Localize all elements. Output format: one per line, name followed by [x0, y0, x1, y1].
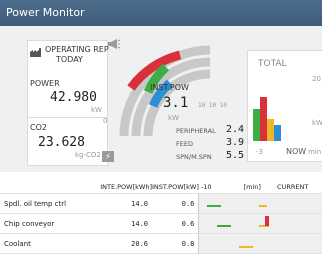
- row-kwh: 14.0: [90, 193, 152, 214]
- total-top-tick: 20: [312, 75, 321, 83]
- factory-icon: [30, 48, 41, 57]
- power-table: INTE.POW[kWh] INST.POW[kW] -10 [min] CUR…: [0, 180, 322, 254]
- total-unit: kW: [312, 119, 322, 127]
- divider: [28, 117, 107, 118]
- total-bar: [253, 109, 260, 141]
- row-kw: 0.8: [152, 233, 199, 254]
- col-min: [min]: [243, 182, 261, 191]
- total-bar: [267, 119, 274, 141]
- co2-unit: kg-CO2: [75, 151, 101, 159]
- col-axis-left: -10: [200, 182, 212, 191]
- row-name: Coolant: [0, 233, 90, 254]
- total-bar: [274, 125, 281, 141]
- summary-card: OPERATING REP TODAY POWER 42.980 kW CO2 …: [27, 40, 109, 166]
- row-trend: [198, 193, 322, 214]
- col-inte-pow: INTE.POW[kWh]: [90, 180, 152, 194]
- operating-period: TODAY: [56, 55, 83, 64]
- total-bar-chart: [253, 83, 283, 141]
- operating-label: OPERATING REP: [45, 45, 109, 54]
- table-row[interactable]: Chip conveyor 14.0 0.6: [0, 213, 322, 234]
- row-kw: 0.6: [152, 213, 199, 234]
- co2-label: CO2: [30, 123, 47, 132]
- power-value: 42.980: [50, 90, 97, 105]
- row-trend: [198, 233, 322, 254]
- power-label: POWER: [30, 79, 60, 88]
- peripheral-value: 2.4: [226, 124, 245, 135]
- row-kw: 0.6: [152, 193, 199, 214]
- spindle-value: 5.5: [226, 150, 245, 161]
- min-label: min: [308, 148, 322, 156]
- total-title: TOTAL: [258, 59, 287, 69]
- power-unit: kW: [91, 106, 102, 114]
- summary-panel: OPERATING REP TODAY POWER 42.980 kW CO2 …: [0, 26, 322, 172]
- peripheral-label: PERIPHERAL: [176, 127, 216, 135]
- gauge-scale-ticks: 10 10 10: [198, 102, 227, 109]
- co2-value: 23.628: [38, 135, 85, 150]
- table-row[interactable]: Coolant 20.6 0.8: [0, 233, 322, 254]
- table-header: INTE.POW[kWh] INST.POW[kW] -10 [min] CUR…: [0, 180, 322, 194]
- total-axis-left: -3: [256, 148, 263, 156]
- table-row[interactable]: Spdl. oil temp ctrl 14.0 0.6: [0, 193, 322, 214]
- row-trend: [198, 213, 322, 234]
- total-card: TOTAL 20 kW -3 NOW min: [247, 50, 322, 162]
- window-title: Power Monitor: [0, 0, 322, 26]
- row-name: Chip conveyor: [0, 213, 90, 234]
- col-inst-pow: INST.POW[kW]: [152, 180, 199, 194]
- power-min-tick: 0: [103, 117, 108, 125]
- inst-pow-value: 3.1: [163, 95, 189, 111]
- spindle-label: SPN/M.SPN: [176, 153, 212, 161]
- feed-value: 3.9: [226, 137, 245, 148]
- feed-label: FEED: [176, 140, 193, 148]
- inst-pow-label: INST.POW: [150, 83, 189, 92]
- now-label: NOW: [286, 147, 307, 156]
- col-current: CURRENT: [277, 182, 309, 191]
- total-bar: [260, 97, 267, 141]
- row-name: Spdl. oil temp ctrl: [0, 193, 90, 214]
- row-kwh: 14.0: [90, 213, 152, 234]
- inst-pow-unit: kW: [168, 114, 179, 122]
- row-kwh: 20.6: [90, 233, 152, 254]
